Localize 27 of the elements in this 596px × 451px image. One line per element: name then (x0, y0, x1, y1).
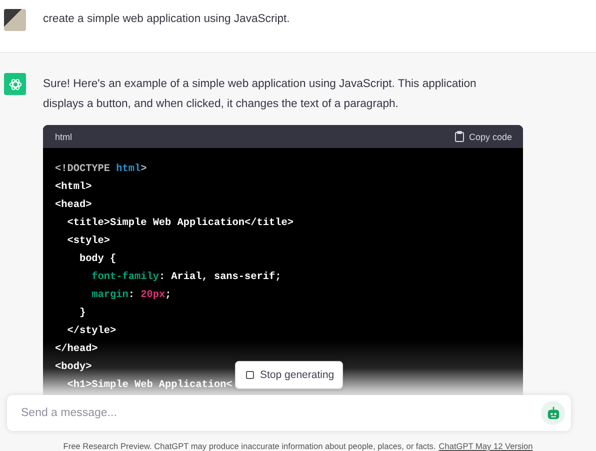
code-line: } (78, 306, 86, 321)
code-line: <title>Simple Web Application</title> (66, 216, 294, 231)
code-line: <style> (66, 234, 110, 249)
code-line: font-family: Arial, sans-serif; (90, 270, 282, 285)
code-line: <html> (55, 180, 92, 195)
code-line: <h1>Simple Web Application< (66, 378, 232, 393)
stop-generating-button[interactable]: Stop generating (235, 361, 343, 389)
message-field[interactable]: Send a message... (7, 395, 571, 431)
code-language: html (55, 132, 72, 142)
code-line: <!DOCTYPE html> (55, 162, 147, 177)
user-avatar (4, 9, 26, 31)
code-line: <body> (55, 360, 92, 375)
code-line: <head> (55, 198, 92, 213)
stop-square-icon (246, 371, 254, 379)
robot-icon[interactable] (541, 401, 565, 425)
assistant-logo-icon (4, 73, 26, 95)
disclaimer-text: Free Research Preview. ChatGPT may produce inaccurate information about people, places, or facts. (63, 441, 436, 451)
version-link[interactable]: ChatGPT May 12 Version (438, 441, 533, 451)
code-line: </head> (55, 342, 98, 357)
code-line: body { (78, 252, 116, 267)
copy-code-button[interactable]: Copy code (454, 131, 512, 142)
code-line: margin: 20px; (90, 288, 172, 303)
clipboard-icon (454, 131, 464, 142)
user-message: create a simple web application using JavaScript. (43, 12, 290, 27)
code-line: </style> (66, 324, 116, 339)
assistant-message: Sure! Here's an example of a simple web application using JavaScript. This application displays a button, and when clicked, it changes the text of a paragraph. (43, 77, 478, 112)
message-input[interactable]: Send a message... (19, 406, 541, 420)
